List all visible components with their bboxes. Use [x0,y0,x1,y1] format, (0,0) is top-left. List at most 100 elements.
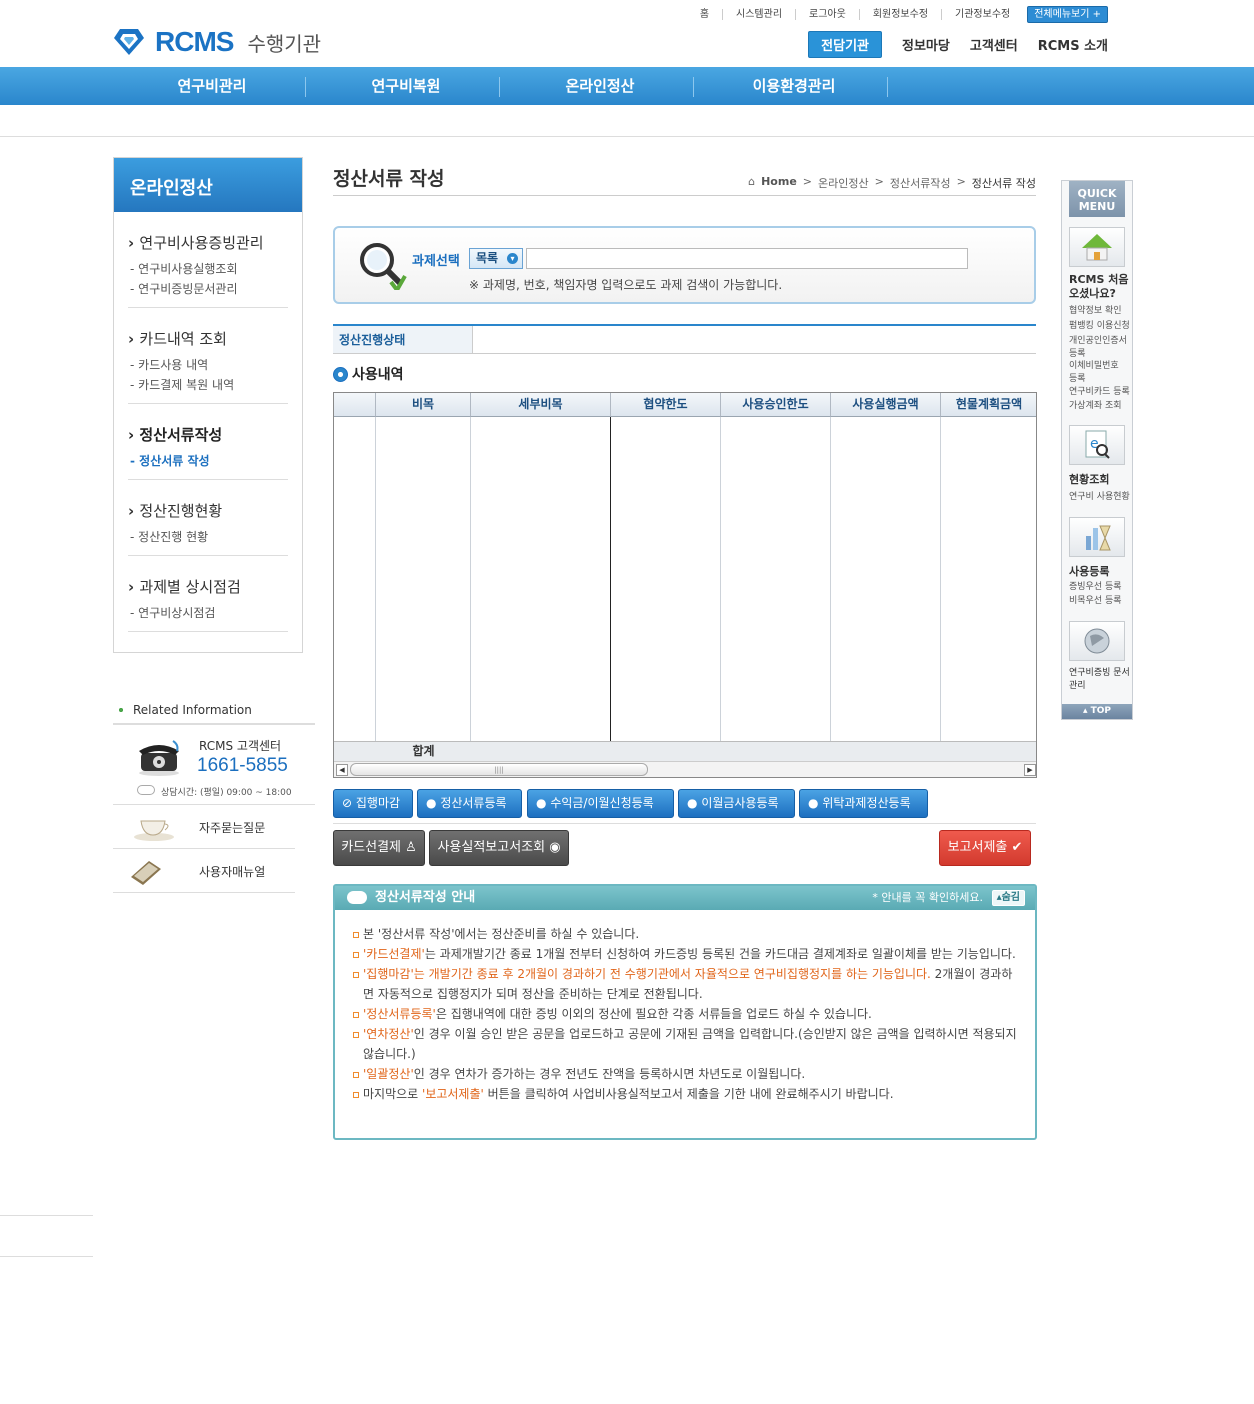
first-visit-title[interactable]: RCMS 처음 오셨나요? [1069,273,1129,301]
quick-sublink[interactable]: 가상계좌 조회 [1069,400,1122,413]
scroll-left-arrow-icon[interactable]: ◀ [336,764,348,776]
scroll-top-button[interactable]: ▴ TOP [1062,704,1132,719]
list-select-button[interactable]: 목록 ▾ [469,248,523,269]
guide-line: '정산서류등록'은 집행내역에 대한 증빙 이외의 정산에 필요한 각종 서류들… [353,1004,1019,1024]
main-menu-bar: 연구비관리 연구비복원 온라인정산 이용환경관리 [0,67,1254,105]
sidebar-group-title[interactable]: 정산진행현황 [128,500,288,521]
bullet-circle-icon [333,366,348,382]
logo-subtitle: 수행기관 [247,31,322,56]
scroll-right-arrow-icon[interactable]: ▶ [1024,764,1036,776]
quick-sublink[interactable]: 연구비카드 등록 [1069,386,1130,399]
teacup-icon [133,815,175,844]
revenue-carryover-button[interactable]: ● 수익금/이월신청등록 [527,789,674,818]
global-nav: 전담기관 정보마당 고객센터 RCMS 소개 [808,31,1108,58]
guide-text: 버튼을 클릭하여 사업비사용실적보고서 제출을 기한 내에 완료해주시기 바랍니… [483,1087,894,1101]
logo-diamond-icon [113,28,145,56]
play-circle-icon: ● [808,796,819,810]
gnb-info[interactable]: 정보마당 [902,35,950,54]
register-docs-label: 정산서류등록 [440,796,507,810]
guide-text: 은 집행내역에 대한 증빙 이외의 정산에 필요한 각종 서류들을 업로드 하실… [435,1007,872,1021]
sidebar-group-title[interactable]: 카드내역 조회 [128,328,288,349]
gnb-about[interactable]: RCMS 소개 [1038,35,1108,54]
sidebar-item[interactable]: 카드사용 내역 [128,355,288,375]
breadcrumb-item[interactable]: 온라인정산 [818,175,869,191]
gnb-support[interactable]: 고객센터 [970,35,1018,54]
site-logo[interactable]: RCMS 수행기관 [113,26,321,58]
column-header[interactable]: 현물계획금액 [941,393,1036,417]
menu-budget-restore[interactable]: 연구비복원 [309,67,503,105]
horizontal-scrollbar[interactable]: ◀ |||| ▶ [334,761,1036,777]
status-title[interactable]: 현황조회 [1069,471,1109,487]
sidebar-item-active[interactable]: 정산서류 작성 [128,451,288,471]
sidebar-group: 카드내역 조회 카드사용 내역 카드결제 복원 내역 [128,308,288,404]
guide-line: '집행마감'는 개발기간 종료 후 2개월이 경과하기 전 수행기관에서 자율적… [353,964,1019,1004]
quick-sublink[interactable]: 협약정보 확인 [1069,305,1122,318]
card-prepay-button[interactable]: 카드선결제 ♙ [333,830,425,866]
entrusted-settlement-button[interactable]: ● 위탁과제정산등록 [799,789,928,818]
manual-link[interactable]: 사용자매뉴얼 [113,849,295,893]
column-header[interactable]: 사용승인한도 [721,393,831,417]
faq-link[interactable]: 자주묻는질문 [113,805,295,849]
menu-env-settings[interactable]: 이용환경관리 [697,67,891,105]
search-label: 과제선택 [412,254,460,269]
breadcrumb-home[interactable]: Home [761,175,797,191]
guide-text: 인 경우 이월 승인 받은 공문을 업로드하고 공문에 기재된 금액을 입력합니… [363,1027,1017,1061]
breadcrumb-separator: > [802,175,812,188]
guide-highlight: '연차정산' [363,1027,414,1041]
quick-sublink[interactable]: 개인공인인증서 등록 [1069,335,1129,361]
usage-register-title[interactable]: 사용등록 [1069,563,1109,579]
all-menu-button[interactable]: 전체메뉴보기 + [1027,6,1108,23]
quick-sublink[interactable]: 펌뱅킹 이용신청 [1069,320,1130,333]
column-header[interactable]: 사용실행금액 [831,393,941,417]
quick-sublink[interactable]: 이체비밀번호 등록 [1069,360,1129,386]
column-header[interactable]: 협약한도 [611,393,721,417]
guide-line: 본 '정산서류 작성'에서는 정산준비를 하실 수 있습니다. [353,924,1019,944]
register-chart-icon[interactable] [1069,517,1125,557]
sidebar-group-title[interactable]: 과제별 상시점검 [128,576,288,597]
sidebar-item[interactable]: 연구비상시점검 [128,603,288,623]
register-docs-button[interactable]: ● 정산서류등록 [417,789,522,818]
home-link[interactable]: 홈 [687,9,722,20]
column-header[interactable]: 세부비목 [471,393,611,417]
guide-line: '연차정산'인 경우 이월 승인 받은 공문을 업로드하고 공문에 기재된 금액… [353,1024,1019,1064]
guide-line: 마지막으로 '보고서제출' 버튼을 클릭하여 사업비사용실적보고서 제출을 기한… [353,1084,1019,1104]
breadcrumb-item[interactable]: 정산서류작성 [890,175,951,191]
system-admin-link[interactable]: 시스템관리 [722,9,795,20]
globe-document-icon[interactable] [1069,621,1125,661]
quick-sublink[interactable]: 연구비 사용현황 [1069,491,1130,504]
divider [0,136,1254,137]
sidebar-item[interactable]: 카드결제 복원 내역 [128,375,288,395]
edit-org-link[interactable]: 기관정보수정 [941,9,1023,20]
house-icon[interactable] [1069,227,1125,267]
quick-sublink[interactable]: 비목우선 등록 [1069,595,1122,608]
magnifier-icon [357,240,409,294]
column-header[interactable]: 비목 [376,393,471,417]
report-view-button[interactable]: 사용실적보고서조회 ◉ [429,830,569,866]
menu-online-settlement[interactable]: 온라인정산 [503,67,697,105]
scroll-thumb[interactable]: |||| [350,763,648,776]
hide-guide-button[interactable]: ▴숨김 [991,890,1025,906]
menu-research-budget[interactable]: 연구비관리 [115,67,309,105]
breadcrumb-current: 정산서류 작성 [971,177,1036,190]
revenue-carryover-label: 수익금/이월신청등록 [550,796,654,810]
sidebar-group: 과제별 상시점검 연구비상시점검 [128,556,288,632]
sidebar-group-title[interactable]: 연구비사용증빙관리 [128,232,288,253]
gnb-agency[interactable]: 전담기관 [808,31,883,58]
doc-manage-link[interactable]: 연구비증빙 문서관리 [1069,667,1131,693]
sidebar-item[interactable]: 정산진행 현황 [128,527,288,547]
play-circle-icon: ● [426,796,437,810]
submit-report-button[interactable]: 보고서제출 ✔ [939,830,1031,866]
edit-member-link[interactable]: 회원정보수정 [858,9,941,20]
project-search-input[interactable] [526,248,968,269]
usage-table: 비목 세부비목 협약한도 사용승인한도 사용실행금액 현물계획금액 합계 ◀ |… [333,392,1037,778]
sidebar-item[interactable]: 연구비증빙문서관리 [128,279,288,299]
close-execution-button[interactable]: ⊘ 집행마감 [333,789,413,818]
ban-icon: ⊘ [342,796,353,810]
quick-sublink[interactable]: 증빙우선 등록 [1069,581,1122,594]
sidebar-title: 온라인정산 [114,158,302,212]
sidebar-group-title[interactable]: 정산서류작성 [128,424,288,445]
search-document-icon[interactable]: e [1069,425,1125,465]
sidebar-item[interactable]: 연구비사용실행조회 [128,259,288,279]
carryover-use-button[interactable]: ● 이월금사용등록 [678,789,795,818]
logout-link[interactable]: 로그아웃 [795,9,859,20]
